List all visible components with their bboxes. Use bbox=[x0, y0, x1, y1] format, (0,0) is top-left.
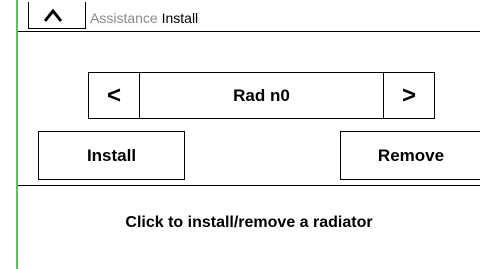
left-margin bbox=[0, 0, 16, 269]
chevron-up-icon bbox=[43, 8, 63, 22]
page-title: Assistance Install bbox=[90, 10, 198, 26]
chevron-right-icon: > bbox=[401, 81, 416, 109]
remove-button[interactable]: Remove bbox=[340, 131, 480, 180]
divider bbox=[18, 185, 480, 186]
title-bar: Assistance Install bbox=[18, 0, 480, 32]
install-panel: Assistance Install < Rad n0 > Install Re… bbox=[18, 0, 480, 269]
previous-radiator-button[interactable]: < bbox=[88, 72, 140, 119]
home-button[interactable] bbox=[28, 2, 86, 29]
title-prefix: Assistance bbox=[90, 10, 158, 26]
title-main: Install bbox=[161, 10, 199, 26]
hint-text: Click to install/remove a radiator bbox=[125, 214, 373, 231]
chevron-left-icon: < bbox=[106, 81, 121, 109]
install-button[interactable]: Install bbox=[38, 131, 185, 180]
radiator-name: Rad n0 bbox=[139, 72, 384, 119]
next-radiator-button[interactable]: > bbox=[383, 72, 435, 119]
